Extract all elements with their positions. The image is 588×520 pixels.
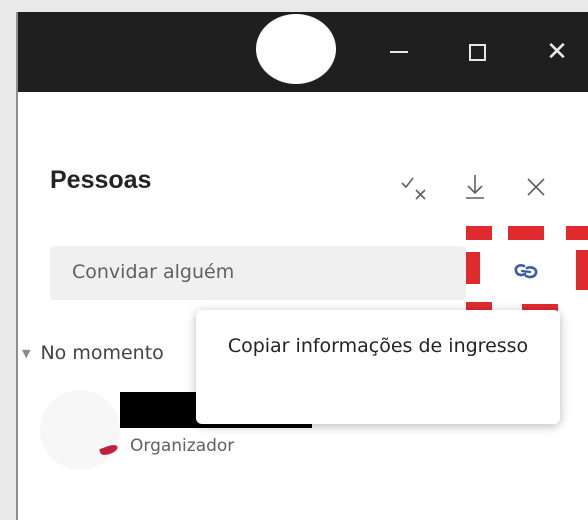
close-window-button[interactable]: ✕ [528,12,586,92]
download-button[interactable] [461,172,489,202]
teams-window: ✕ Pessoas Convidar alguém ▼ No momento O… [16,12,588,520]
copy-link-tooltip: Copiar informações de ingresso [196,310,560,424]
screenshot-frame: ✕ Pessoas Convidar alguém ▼ No momento O… [0,0,588,520]
minimize-button[interactable] [370,12,428,92]
invite-placeholder: Convidar alguém [72,261,235,283]
participant-avatar [40,390,120,470]
maximize-button[interactable] [448,12,506,92]
mute-all-icon [401,177,426,200]
profile-avatar[interactable] [256,14,336,84]
download-icon [466,175,484,199]
mute-all-button[interactable] [398,172,432,206]
panel-title: Pessoas [50,166,152,194]
link-icon [514,264,538,279]
title-bar: ✕ [18,12,588,92]
close-icon [527,178,545,196]
participant-role: Organizador [130,436,235,456]
chevron-down-icon: ▼ [22,347,31,360]
section-label: No momento [40,342,164,364]
tooltip-text: Copiar informações de ingresso [227,335,529,357]
copy-link-button[interactable] [513,260,539,282]
close-panel-button[interactable] [521,172,551,202]
section-header[interactable]: ▼ No momento [22,342,164,364]
maximize-icon [468,43,486,61]
minimize-icon [390,51,408,53]
close-icon: ✕ [546,37,568,67]
invite-input[interactable]: Convidar alguém [50,246,466,300]
